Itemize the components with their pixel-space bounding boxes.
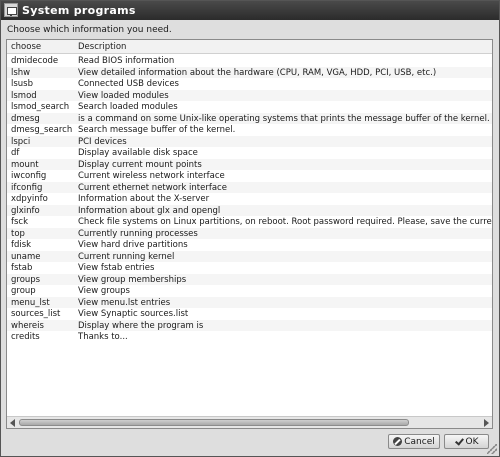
program-description: Display available disk space	[78, 148, 198, 158]
program-description: Current wireless network interface	[78, 171, 225, 181]
program-name: sources_list	[11, 309, 61, 319]
table-row[interactable]: lsmod_search Search loaded modules	[7, 101, 492, 113]
table-row[interactable]: xdpyinfo Information about the X-server	[7, 193, 492, 205]
program-description: Search loaded modules	[78, 102, 178, 112]
table-row[interactable]: df Display available disk space	[7, 147, 492, 159]
table-row[interactable]: uname Current running kernel	[7, 250, 492, 262]
program-description: Information about the X-server	[78, 194, 210, 204]
program-name: fsck	[11, 217, 29, 227]
program-name: fdisk	[11, 240, 32, 250]
program-description: Check file systems on Linux partitions, …	[78, 217, 492, 227]
program-name: lsmod_search	[11, 102, 70, 112]
window-title: System programs	[22, 4, 136, 17]
table-row[interactable]: dmidecode Read BIOS information	[7, 55, 492, 67]
program-name: group	[11, 286, 36, 296]
table-row[interactable]: ifconfig Current ethernet network interfa…	[7, 181, 492, 193]
program-description: View group memberships	[78, 274, 187, 285]
checkmark-icon	[455, 437, 464, 446]
program-name: lsusb	[11, 79, 34, 89]
cancel-button[interactable]: Cancel	[388, 434, 440, 449]
programs-list[interactable]: choose Description dmidecode Read BIOS in…	[6, 39, 493, 429]
table-row[interactable]: sources_list View Synaptic sources.list	[7, 308, 492, 320]
table-row[interactable]: whereis Display where the program is	[7, 319, 492, 331]
horizontal-scrollbar[interactable]	[7, 416, 492, 428]
program-name: dmidecode	[11, 56, 59, 66]
table-row[interactable]: lspci PCI devices	[7, 135, 492, 147]
table-row[interactable]: lsmod View loaded modules	[7, 89, 492, 101]
program-description: Search message buffer of the kernel.	[78, 125, 236, 135]
table-row[interactable]: menu_lst View menu.lst entries	[7, 296, 492, 308]
program-name: lshw	[11, 67, 31, 78]
program-name: menu_lst	[11, 297, 50, 308]
table-row[interactable]: credits Thanks to...	[7, 331, 492, 343]
table-row[interactable]: groups View group memberships	[7, 273, 492, 285]
program-name: iwconfig	[11, 171, 47, 181]
program-description: PCI devices	[78, 136, 127, 147]
program-name: dmesg	[11, 113, 40, 124]
table-row[interactable]: dmesg_search Search message buffer of the…	[7, 124, 492, 136]
program-description: View detailed information about the hard…	[78, 67, 437, 78]
program-name: whereis	[11, 320, 44, 331]
column-header-choose[interactable]: choose	[11, 42, 41, 52]
program-description: Display current mount points	[78, 159, 202, 170]
program-name: uname	[11, 251, 41, 262]
program-name: dmesg_search	[11, 125, 73, 135]
program-description: Current running kernel	[78, 251, 175, 262]
title-bar[interactable]: System programs	[1, 1, 499, 20]
list-rows: dmidecode Read BIOS information lshw View d…	[7, 55, 492, 343]
table-row[interactable]: mount Display current mount points	[7, 158, 492, 170]
prompt-label: Choose which information you need.	[7, 25, 172, 35]
program-description: Information about glx and opengl	[78, 205, 221, 216]
table-row[interactable]: fstab View fstab entries	[7, 262, 492, 274]
program-description: Display where the program is	[78, 320, 204, 331]
program-name: fstab	[11, 263, 33, 273]
program-name: mount	[11, 159, 39, 170]
scrollbar-thumb[interactable]	[19, 419, 409, 426]
table-row[interactable]: glxinfo Information about glx and opengl	[7, 204, 492, 216]
ok-button[interactable]: OK	[444, 434, 489, 449]
program-description: View Synaptic sources.list	[78, 309, 189, 319]
program-name: lspci	[11, 136, 31, 147]
program-description: Thanks to...	[78, 332, 128, 342]
program-name: glxinfo	[11, 205, 40, 216]
table-row[interactable]: dmesg is a command on some Unix-like oper…	[7, 112, 492, 124]
table-row[interactable]: group View groups	[7, 285, 492, 297]
program-name: df	[11, 148, 20, 158]
program-name: lsmod	[11, 90, 37, 101]
program-name: groups	[11, 274, 41, 285]
table-row[interactable]: iwconfig Current wireless network interfa…	[7, 170, 492, 182]
program-name: xdpyinfo	[11, 194, 48, 204]
resize-grip-icon[interactable]	[487, 444, 497, 454]
program-description: View groups	[78, 286, 130, 296]
program-name: top	[11, 228, 25, 239]
program-description: Connected USB devices	[78, 79, 179, 89]
cancel-label: Cancel	[404, 436, 435, 447]
ok-label: OK	[465, 436, 479, 447]
terminal-icon	[4, 3, 18, 17]
system-programs-window: System programs Choose which information…	[0, 0, 500, 457]
table-row[interactable]: fdisk View hard drive partitions	[7, 239, 492, 251]
program-description: Read BIOS information	[78, 56, 175, 66]
scroll-left-icon[interactable]	[10, 419, 15, 427]
table-row[interactable]: lsusb Connected USB devices	[7, 78, 492, 90]
cancel-icon	[393, 437, 403, 446]
list-header: choose Description	[7, 40, 492, 54]
program-description: Currently running processes	[78, 228, 198, 239]
program-description: Current ethernet network interface	[78, 182, 227, 193]
program-description: View loaded modules	[78, 90, 169, 101]
program-description: View menu.lst entries	[78, 297, 171, 308]
table-row[interactable]: fsck Check file systems on Linux partitio…	[7, 216, 492, 228]
scroll-right-icon[interactable]	[484, 419, 489, 427]
column-header-description[interactable]: Description	[78, 42, 126, 52]
program-description: View fstab entries	[78, 263, 155, 273]
program-name: ifconfig	[11, 182, 43, 193]
table-row[interactable]: lshw View detailed information about the …	[7, 66, 492, 78]
table-row[interactable]: top Currently running processes	[7, 227, 492, 239]
program-description: is a command on some Unix-like operating…	[78, 113, 490, 124]
program-description: View hard drive partitions	[78, 240, 188, 250]
program-name: credits	[11, 332, 40, 342]
